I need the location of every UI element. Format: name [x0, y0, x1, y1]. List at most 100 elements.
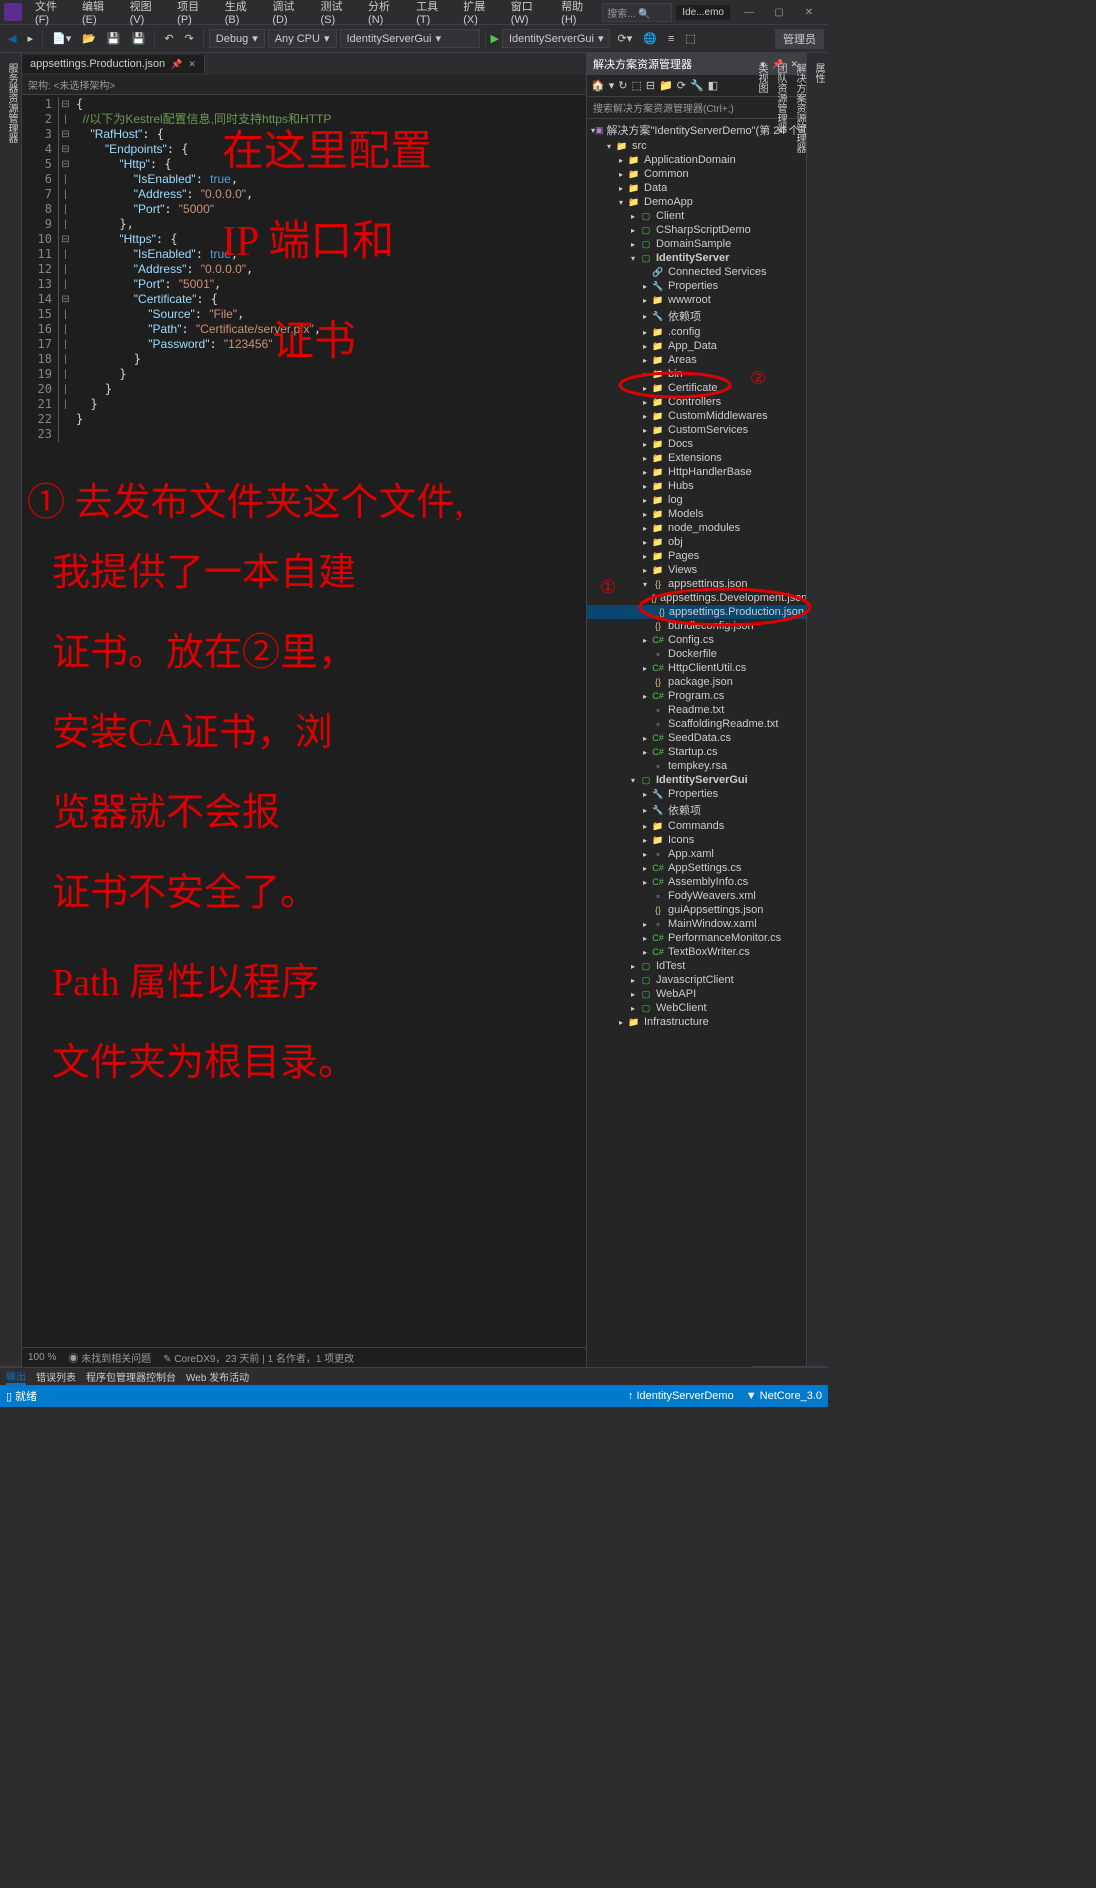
tree-label: Infrastructure — [644, 1016, 709, 1028]
browser-icon[interactable]: 🌐 — [639, 30, 661, 47]
minimize-icon[interactable]: — — [734, 7, 764, 18]
folder-icon: 📁 — [651, 834, 665, 846]
tree-label: 依赖项 — [668, 308, 701, 324]
tab-close-icon[interactable]: ✕ — [188, 59, 196, 70]
menu-item[interactable]: 工具(T) — [409, 0, 456, 29]
tree-label: Extensions — [668, 452, 722, 464]
rail-tab[interactable]: 服务器资源管理器 — [2, 59, 21, 1367]
proj-icon: ▢ — [639, 210, 653, 222]
start-icon[interactable]: ▶ — [491, 32, 499, 45]
folder-icon: 📁 — [651, 424, 665, 436]
tree-label: Data — [644, 182, 667, 194]
file-icon: ▫ — [651, 704, 665, 716]
start-dropdown[interactable]: IdentityServerGui▾ — [502, 29, 611, 48]
save-all-icon[interactable]: 💾 — [128, 30, 150, 47]
file-icon: ▫ — [651, 648, 665, 660]
tree-label: .config — [668, 326, 700, 338]
menu-item[interactable]: 帮助(H) — [554, 0, 602, 29]
menu-item[interactable]: 调试(D) — [265, 0, 313, 29]
status-framework[interactable]: ▼ NetCore_3.0 — [746, 1390, 822, 1402]
file-icon: ▫ — [651, 918, 665, 930]
document-tabs: appsettings.Production.json 📌 ✕ — [22, 53, 586, 75]
code-editor[interactable]: 1234567891011121314151617181920212223 ⊟|… — [22, 95, 586, 1347]
tree-label: Common — [644, 168, 689, 180]
cs-icon: C# — [651, 932, 665, 944]
status-source-control[interactable]: ↑ IdentityServerDemo — [628, 1390, 734, 1402]
rail-tab[interactable]: 团队资源管理器 — [771, 59, 790, 1367]
tree-label: MainWindow.xaml — [668, 918, 757, 930]
tree-label: obj — [668, 536, 683, 548]
redo-icon[interactable]: ↷ — [181, 30, 198, 47]
current-doc-tab[interactable]: Ide...emo — [676, 5, 730, 20]
pending-changes-icon[interactable]: ⬚ — [631, 79, 641, 92]
folder-icon: 📁 — [651, 550, 665, 562]
folder-icon: 📁 — [651, 564, 665, 576]
undo-icon[interactable]: ↶ — [160, 30, 177, 47]
editor-status-bar: 100 % ◉ 未找到相关问题 ✎ CoreDX9，23 天前 | 1 名作者，… — [22, 1347, 586, 1367]
menu-item[interactable]: 分析(N) — [361, 0, 409, 29]
issues-indicator[interactable]: ◉ 未找到相关问题 — [68, 1350, 151, 1365]
sync-icon[interactable]: ↻ — [618, 79, 627, 92]
refresh-icon[interactable]: ⟳ — [677, 79, 686, 92]
nav-fwd-icon[interactable]: ▸ — [23, 30, 37, 47]
cs-icon: C# — [651, 662, 665, 674]
collapse-all-icon[interactable]: ⊟ — [646, 79, 655, 92]
home-icon[interactable]: 🏠 — [591, 79, 605, 92]
schema-bar[interactable]: 架构: <未选择架构> — [22, 75, 586, 95]
search-box[interactable]: 搜索... 🔍 — [602, 3, 672, 22]
menu-item[interactable]: 扩展(X) — [456, 0, 504, 29]
config-dropdown[interactable]: Debug▾ — [209, 29, 265, 48]
menu-bar: 文件(F)编辑(E)视图(V)项目(P)生成(B)调试(D)测试(S)分析(N)… — [28, 0, 602, 29]
menu-item[interactable]: 项目(P) — [170, 0, 218, 29]
folder-icon: 📁 — [651, 508, 665, 520]
output-tab[interactable]: 错误列表 — [36, 1369, 76, 1384]
menu-item[interactable]: 编辑(E) — [75, 0, 123, 29]
blame-info: ✎ CoreDX9，23 天前 | 1 名作者，1 项更改 — [163, 1350, 354, 1365]
tab-pin-icon[interactable]: 📌 — [171, 59, 182, 70]
right-tool-rail: 属性解决方案资源管理器团队资源管理器类视图 — [806, 53, 828, 1367]
folder-icon: 📁 — [651, 396, 665, 408]
output-tab[interactable]: Web 发布活动 — [186, 1369, 249, 1384]
document-tab[interactable]: appsettings.Production.json 📌 ✕ — [22, 55, 205, 73]
file-icon: ▫ — [651, 718, 665, 730]
tree-label: tempkey.rsa — [668, 760, 727, 772]
output-tab[interactable]: 程序包管理器控制台 — [86, 1369, 176, 1384]
close-icon[interactable]: ✕ — [794, 7, 824, 18]
maximize-icon[interactable]: ▢ — [764, 7, 794, 18]
new-file-icon[interactable]: 📄▾ — [48, 30, 75, 47]
properties-icon[interactable]: 🔧 — [690, 79, 704, 92]
tree-label: bundleconfig.json — [668, 620, 754, 632]
left-tool-rail: 服务器资源管理器工具箱SQL Server 对象资源管理器 — [0, 53, 22, 1367]
rail-tab[interactable]: 类视图 — [752, 59, 771, 1367]
menu-item[interactable]: 视图(V) — [123, 0, 171, 29]
tree-label: Hubs — [668, 480, 694, 492]
output-tab[interactable]: 输出 — [6, 1368, 26, 1385]
props-icon: 🔧 — [651, 280, 665, 292]
cs-icon: C# — [651, 634, 665, 646]
refresh-icon[interactable]: ⟳▾ — [613, 30, 636, 47]
menu-item[interactable]: 文件(F) — [28, 0, 75, 29]
cs-icon: C# — [651, 946, 665, 958]
stack-icon[interactable]: ≡ — [664, 31, 678, 47]
tree-label: SeedData.cs — [668, 732, 731, 744]
tree-label: CustomServices — [668, 424, 748, 436]
tree-label: Views — [668, 564, 697, 576]
rail-tab[interactable]: 属性 — [809, 59, 828, 1367]
folder-icon: 📁 — [627, 196, 641, 208]
open-icon[interactable]: 📂 — [78, 30, 100, 47]
preview-icon[interactable]: ◧ — [708, 79, 718, 92]
platform-dropdown[interactable]: Any CPU▾ — [268, 29, 337, 48]
save-icon[interactable]: 💾 — [103, 30, 125, 47]
publish-icon[interactable]: ⬚ — [681, 30, 699, 47]
rail-tab[interactable]: 工具箱 — [0, 59, 2, 1367]
menu-item[interactable]: 生成(B) — [218, 0, 266, 29]
target-dropdown[interactable]: IdentityServerGui▾ — [340, 29, 480, 48]
show-all-icon[interactable]: 📁 — [659, 79, 673, 92]
rail-tab[interactable]: 解决方案资源管理器 — [790, 59, 809, 1367]
menu-item[interactable]: 窗口(W) — [504, 0, 554, 29]
zoom-level[interactable]: 100 % — [28, 1352, 56, 1363]
tree-label: Docs — [668, 438, 693, 450]
nav-back-icon[interactable]: ◀ — [4, 30, 20, 47]
menu-item[interactable]: 测试(S) — [313, 0, 361, 29]
window-controls: — ▢ ✕ — [734, 7, 824, 18]
